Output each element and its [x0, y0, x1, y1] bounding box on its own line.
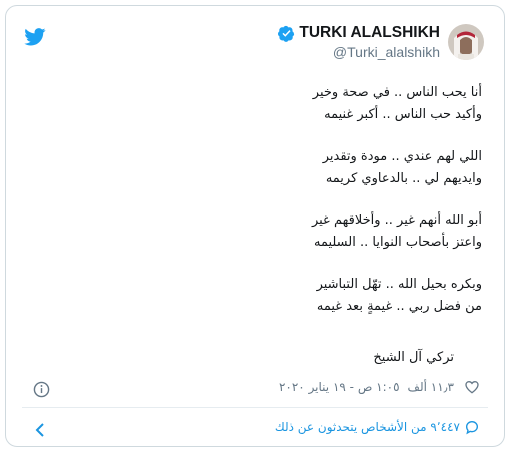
divider [22, 407, 488, 408]
tweet-line: أبو الله أنهم غير .. وأخلاقهم غير [311, 213, 482, 228]
author-info: TURKI ALALSHIKH @Turki_alalshikh [278, 24, 440, 60]
stanza-gap [62, 126, 482, 146]
stanza-gap [62, 254, 482, 274]
speech-bubble-icon [465, 420, 479, 435]
info-icon[interactable] [33, 381, 50, 398]
author-display-name[interactable]: TURKI ALALSHIKH [299, 24, 440, 42]
like-count[interactable]: ١١٫٣ ألف [408, 380, 454, 394]
tweet-line: وبكره بحيل الله .. تهّل التباشير [316, 277, 482, 292]
conversation-link[interactable]: ٩٬٤٤٧ من الأشخاص يتحدثون عن ذلك [275, 419, 480, 435]
tweet-text: أنا يحب الناس .. في صحة وخير وأكيد حب ال… [62, 82, 482, 318]
tweet-line: وايديهم لي .. بالدعاوي كريمه [325, 171, 482, 186]
author-name-row[interactable]: TURKI ALALSHIKH [278, 24, 440, 42]
tweet-line: اللي لهم عندي .. مودة وتقدير [322, 149, 482, 164]
tweet-line: وأكيد حب الناس .. أكبر غنيمه [324, 107, 482, 122]
tweet-header: TURKI ALALSHIKH @Turki_alalshikh [278, 24, 484, 60]
tweet-signature: تركي آل الشيخ [373, 350, 454, 365]
tweet-timestamp[interactable]: ١:٠٥ ص - ١٩ يناير ٢٠٢٠ [279, 380, 400, 394]
people-talking-text[interactable]: ٩٬٤٤٧ من الأشخاص يتحدثون عن ذلك [275, 420, 460, 434]
tweet-meta: ١:٠٥ ص - ١٩ يناير ٢٠٢٠ ١١٫٣ ألف [279, 379, 480, 395]
tweet-line: من فضل ربي .. غيمةٍ بعد غيمه [316, 299, 482, 314]
author-handle[interactable]: @Turki_alalshikh [333, 44, 440, 60]
avatar[interactable] [448, 24, 484, 60]
heart-icon[interactable] [464, 379, 480, 395]
chevron-left-icon[interactable] [34, 423, 46, 437]
tweet-line: واعتز بأصحاب النوايا .. السليمه [313, 235, 482, 250]
tweet-line: أنا يحب الناس .. في صحة وخير [312, 85, 482, 100]
tweet-card: TURKI ALALSHIKH @Turki_alalshikh أنا يحب… [5, 5, 505, 447]
verified-badge-icon [278, 25, 295, 42]
twitter-bird-icon[interactable] [24, 28, 46, 46]
stanza-gap [62, 190, 482, 210]
